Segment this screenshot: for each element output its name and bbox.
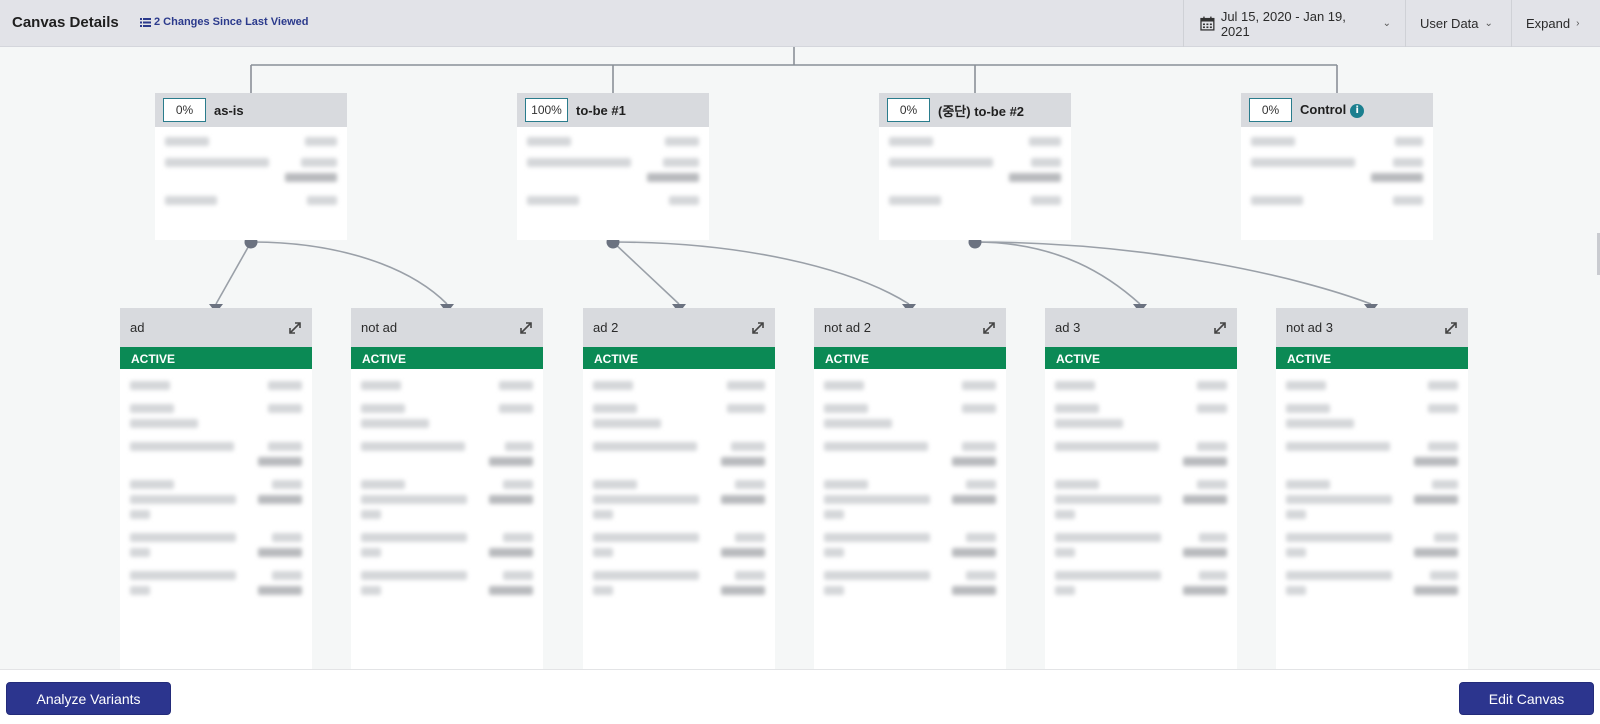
step-name: not ad 2 (824, 320, 871, 335)
expand-arrows-icon[interactable] (751, 321, 765, 335)
variant-name: (중단) to-be #2 (938, 103, 1025, 119)
status-badge: ACTIVE (583, 347, 775, 369)
changes-label: 2 Changes Since Last Viewed (154, 16, 309, 28)
variant-name-text: Control (1300, 102, 1347, 118)
top-bar: Canvas Details 2 Changes Since Last View… (0, 0, 1600, 47)
variant-box[interactable]: 100% to-be #1 (517, 93, 709, 240)
step-box[interactable]: ad 3 ACTIVE (1045, 308, 1237, 669)
variant-percent[interactable]: 0% (1249, 98, 1292, 122)
step-box[interactable]: not ad 3 ACTIVE (1276, 308, 1468, 669)
step-name: not ad (361, 320, 398, 335)
variant-stats-blurred (879, 127, 1071, 240)
variant-percent[interactable]: 100% (525, 98, 568, 122)
date-range-label: Jul 15, 2020 - Jan 19, 2021 (1220, 8, 1346, 39)
expand-button[interactable]: Expand › (1511, 0, 1600, 47)
step-stats-blurred (583, 369, 775, 669)
step-box[interactable]: not ad ACTIVE (351, 308, 543, 669)
variant-stats-blurred (517, 127, 709, 240)
edit-canvas-button[interactable]: Edit Canvas (1459, 682, 1594, 715)
step-name: not ad 3 (1286, 320, 1333, 335)
status-badge: ACTIVE (120, 347, 312, 369)
variant-stats-blurred (1241, 127, 1433, 240)
user-data-label: User Data (1420, 16, 1479, 31)
variant-header: 0% as-is (155, 93, 347, 127)
user-data-dropdown[interactable]: User Data ⌄ (1405, 0, 1511, 47)
analyze-variants-button[interactable]: Analyze Variants (6, 682, 171, 715)
expand-arrows-icon[interactable] (1444, 321, 1458, 335)
variant-name: Control i (1300, 102, 1365, 118)
step-header: ad 3 (1045, 308, 1237, 347)
expand-label: Expand (1526, 16, 1571, 31)
step-stats-blurred (1045, 369, 1237, 669)
variant-header: 0% (중단) to-be #2 (879, 93, 1071, 127)
variant-name: to-be #1 (576, 102, 626, 118)
variant-box[interactable]: 0% Control i (1241, 93, 1433, 240)
step-header: ad 2 (583, 308, 775, 347)
expand-arrows-icon[interactable] (982, 321, 996, 335)
chevron-down-icon: ⌄ (1484, 18, 1493, 29)
step-header: not ad (351, 308, 543, 347)
status-badge: ACTIVE (351, 347, 543, 369)
calendar-icon (1200, 16, 1215, 31)
step-box[interactable]: ad 2 ACTIVE (583, 308, 775, 669)
changes-link[interactable]: 2 Changes Since Last Viewed (140, 16, 308, 28)
variant-header: 0% Control i (1241, 93, 1433, 127)
variant-percent[interactable]: 0% (163, 98, 206, 122)
expand-arrows-icon[interactable] (519, 321, 533, 335)
step-stats-blurred (351, 369, 543, 669)
step-name: ad 3 (1055, 320, 1081, 335)
status-badge: ACTIVE (814, 347, 1006, 369)
step-stats-blurred (814, 369, 1006, 669)
info-icon[interactable]: i (1350, 103, 1365, 118)
step-box[interactable]: ad ACTIVE (120, 308, 312, 669)
step-header: ad (120, 308, 312, 347)
canvas-area[interactable]: 0% as-is 100% to-be #1 0% (중단) to-be #2 (0, 47, 1600, 669)
variant-box[interactable]: 0% (중단) to-be #2 (879, 93, 1071, 240)
list-icon (140, 18, 151, 27)
step-box[interactable]: not ad 2 ACTIVE (814, 308, 1006, 669)
step-stats-blurred (120, 369, 312, 669)
date-range-picker[interactable]: Jul 15, 2020 - Jan 19, 2021 ⌄ (1183, 0, 1405, 47)
variant-header: 100% to-be #1 (517, 93, 709, 127)
status-badge: ACTIVE (1045, 347, 1237, 369)
step-header: not ad 2 (814, 308, 1006, 347)
chevron-right-icon: › (1576, 18, 1580, 29)
expand-arrows-icon[interactable] (1213, 321, 1227, 335)
chevron-down-icon: ⌄ (1382, 18, 1391, 29)
variant-percent[interactable]: 0% (887, 98, 930, 122)
step-name: ad 2 (593, 320, 619, 335)
bottom-bar: Analyze Variants Edit Canvas (0, 669, 1600, 724)
status-badge: ACTIVE (1276, 347, 1468, 369)
step-name: ad (130, 320, 145, 335)
step-header: not ad 3 (1276, 308, 1468, 347)
variant-box[interactable]: 0% as-is (155, 93, 347, 240)
variant-name: as-is (214, 102, 244, 118)
variant-stats-blurred (155, 127, 347, 240)
page-title: Canvas Details (12, 14, 119, 31)
expand-arrows-icon[interactable] (288, 321, 302, 335)
step-stats-blurred (1276, 369, 1468, 669)
